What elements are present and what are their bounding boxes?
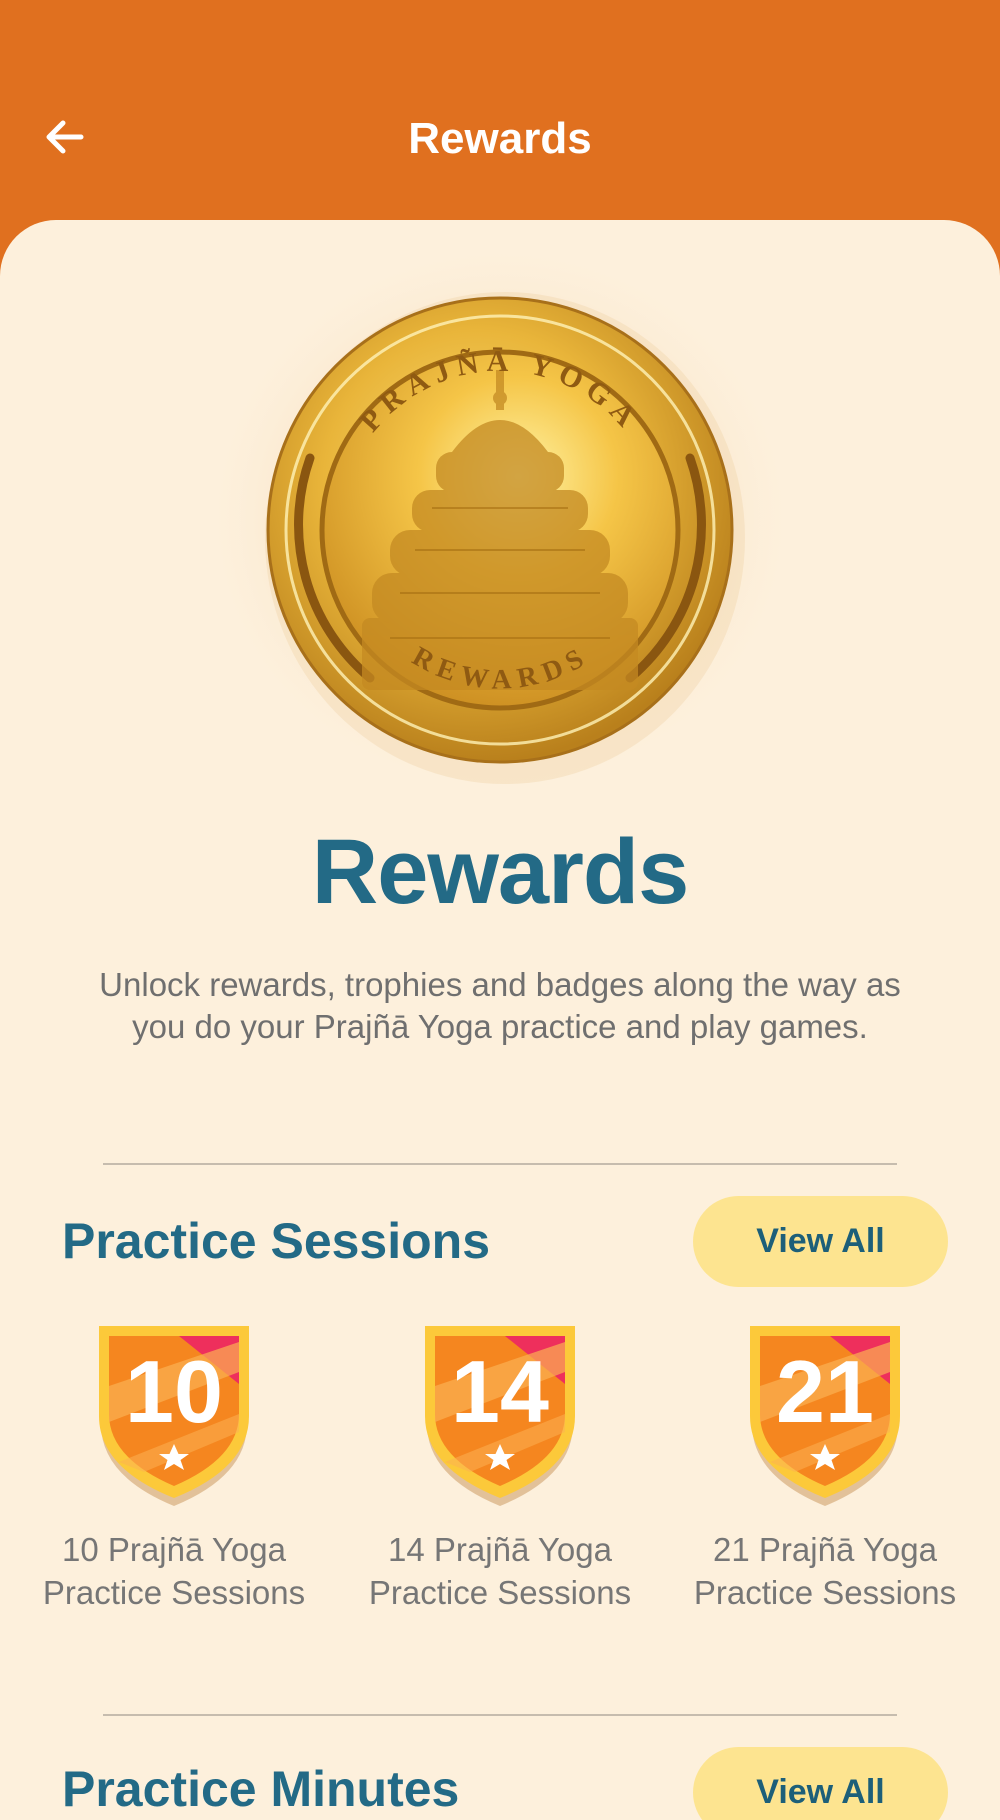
section-divider — [103, 1714, 897, 1716]
top-app-bar: Rewards — [0, 0, 1000, 230]
view-all-practice-sessions-button[interactable]: View All — [693, 1196, 948, 1287]
badge-label: 21 Prajñā Yoga Practice Sessions — [693, 1531, 957, 1611]
rewards-title: Rewards — [311, 821, 690, 923]
badge-14-sessions[interactable]: 14 14 Prajñā Yoga Practice Sessions — [350, 1322, 650, 1614]
view-all-practice-minutes-button[interactable]: View All — [693, 1747, 948, 1820]
badge-label: 10 Prajñā Yoga Practice Sessions — [42, 1531, 306, 1611]
section-divider — [103, 1163, 897, 1165]
rewards-description: Unlock rewards, trophies and badges alon… — [99, 966, 901, 1045]
badge-number: 10 — [125, 1342, 223, 1441]
shield-badge-icon: 10 — [99, 1326, 249, 1506]
rewards-coin-image: PRAJÑĀ YOGA REWARDS — [200, 238, 800, 800]
badge-10-sessions[interactable]: 10 10 Prajñā Yoga Practice Sessions — [24, 1322, 324, 1614]
practice-sessions-title: Practice Sessions — [62, 1213, 491, 1269]
badge-label: 14 Prajñā Yoga Practice Sessions — [368, 1531, 632, 1611]
badge-number: 21 — [776, 1342, 874, 1441]
shield-badge-icon: 14 — [425, 1326, 575, 1506]
header-title: Rewards — [408, 114, 592, 163]
badge-21-sessions[interactable]: 21 21 Prajñā Yoga Practice Sessions — [675, 1322, 975, 1614]
badge-number: 14 — [451, 1342, 549, 1441]
rewards-content: PRAJÑĀ YOGA REWARDS Rewards Unlock rewar… — [0, 220, 1000, 1820]
shield-badge-icon: 21 — [750, 1326, 900, 1506]
practice-minutes-title: Practice Minutes — [62, 1761, 460, 1817]
